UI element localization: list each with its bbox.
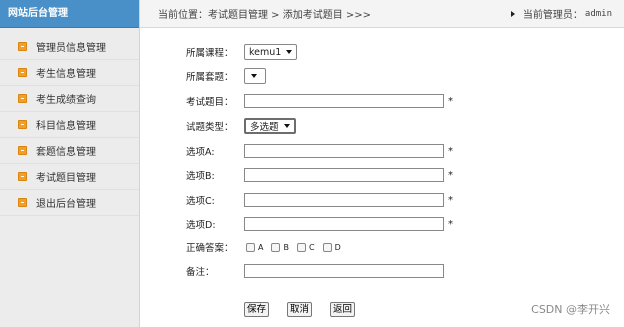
menu-bullet-icon	[18, 68, 27, 77]
optionD-label: 选项D:	[186, 220, 216, 231]
optionA-input[interactable]	[244, 144, 444, 158]
optionB-label: 选项B:	[186, 171, 215, 182]
sidebar-item-label: 考生成绩查询	[36, 95, 96, 106]
menu-bullet-icon	[18, 172, 27, 181]
optionB-row: 选项B: *	[186, 166, 453, 184]
answer-label-c: C	[308, 242, 315, 252]
course-select-value: kemu1	[249, 46, 282, 58]
form-buttons: 保存 取消 返回	[244, 302, 373, 317]
answer-checkbox-d[interactable]	[322, 242, 332, 252]
watermark: CSDN @李开兴	[531, 303, 610, 316]
answer-checkbox-c[interactable]	[296, 242, 306, 252]
type-select-value: 多选题	[250, 122, 279, 133]
sidebar-item-set-info[interactable]: 套题信息管理	[0, 138, 139, 164]
optionC-input[interactable]	[244, 193, 444, 207]
answer-row: 正确答案： A B C D	[186, 238, 347, 256]
sidebar-item-label: 退出后台管理	[36, 199, 96, 210]
sidebar-item-label: 套题信息管理	[36, 147, 96, 158]
optionA-label: 选项A:	[186, 147, 215, 158]
note-label: 备注：	[186, 267, 215, 278]
sidebar: 网站后台管理 管理员信息管理 考生信息管理 考生成绩查询 科目信息管理 套题信息…	[0, 0, 140, 327]
menu-bullet-icon	[18, 198, 27, 207]
admin-label: 当前管理员：	[522, 10, 583, 21]
answer-checkboxes: A B C D	[244, 242, 347, 252]
course-label: 所属课程：	[186, 48, 234, 59]
sidebar-item-student-info[interactable]: 考生信息管理	[0, 60, 139, 86]
answer-checkbox-b[interactable]	[271, 242, 281, 252]
play-arrow-icon	[510, 10, 515, 17]
answer-label-d: D	[334, 242, 341, 252]
type-row: 试题类型： 多选题	[186, 117, 296, 135]
dropdown-arrow-icon	[251, 74, 257, 78]
optionC-row: 选项C: *	[186, 191, 453, 209]
admin-name: admin	[584, 8, 612, 19]
set-label: 所属套题：	[186, 72, 234, 83]
app-root: 网站后台管理 管理员信息管理 考生信息管理 考生成绩查询 科目信息管理 套题信息…	[0, 0, 624, 327]
question-label: 考试题目：	[186, 97, 234, 108]
answer-label-b: B	[283, 242, 289, 252]
question-row: 考试题目： *	[186, 92, 453, 110]
optionC-label: 选项C:	[186, 196, 215, 207]
sidebar-item-label: 科目信息管理	[36, 121, 96, 132]
sidebar-nav: 管理员信息管理 考生信息管理 考生成绩查询 科目信息管理 套题信息管理 考试题目…	[0, 34, 139, 216]
type-label: 试题类型：	[186, 122, 234, 133]
sidebar-item-score-query[interactable]: 考生成绩查询	[0, 86, 139, 112]
dropdown-arrow-icon	[283, 124, 290, 128]
required-mark: *	[448, 95, 453, 107]
optionD-row: 选项D: *	[186, 215, 453, 233]
note-input[interactable]	[244, 264, 444, 278]
note-row: 备注：	[186, 262, 444, 280]
set-row: 所属套题：	[186, 67, 266, 85]
required-mark: *	[448, 169, 453, 181]
sidebar-item-subject-info[interactable]: 科目信息管理	[0, 112, 139, 138]
sidebar-item-label: 管理员信息管理	[36, 43, 106, 54]
sidebar-item-logout[interactable]: 退出后台管理	[0, 190, 139, 216]
sidebar-item-label: 考生信息管理	[36, 69, 96, 80]
required-mark: *	[448, 145, 453, 157]
answer-label: 正确答案：	[186, 243, 234, 254]
breadcrumb: 当前位置：考试题目管理 > 添加考试题目 >>>	[158, 10, 372, 21]
dropdown-arrow-icon	[286, 50, 293, 54]
answer-label-a: A	[258, 242, 264, 252]
menu-bullet-icon	[18, 42, 27, 51]
required-mark: *	[448, 194, 453, 206]
course-select[interactable]: kemu1	[244, 44, 298, 60]
sidebar-item-label: 考试题目管理	[36, 173, 96, 184]
question-input[interactable]	[244, 94, 444, 108]
sidebar-item-question-manage[interactable]: 考试题目管理	[0, 164, 139, 190]
menu-bullet-icon	[18, 120, 27, 129]
optionA-row: 选项A: *	[186, 142, 453, 160]
top-header: 当前位置：考试题目管理 > 添加考试题目 >>> 当前管理员： admin	[140, 0, 624, 28]
menu-bullet-icon	[18, 94, 27, 103]
cancel-button[interactable]: 取消	[287, 302, 313, 317]
course-row: 所属课程： kemu1	[186, 43, 298, 61]
menu-bullet-icon	[18, 146, 27, 155]
set-select[interactable]	[244, 68, 266, 84]
back-button[interactable]: 返回	[330, 302, 356, 317]
save-button[interactable]: 保存	[244, 302, 270, 317]
sidebar-title: 网站后台管理	[0, 0, 139, 28]
optionB-input[interactable]	[244, 168, 444, 182]
optionD-input[interactable]	[244, 217, 444, 231]
type-select[interactable]: 多选题	[244, 118, 296, 134]
sidebar-item-admin-info[interactable]: 管理员信息管理	[0, 34, 139, 60]
current-admin: 当前管理员： admin	[510, 6, 612, 21]
answer-checkbox-a[interactable]	[246, 242, 255, 252]
required-mark: *	[448, 218, 453, 230]
